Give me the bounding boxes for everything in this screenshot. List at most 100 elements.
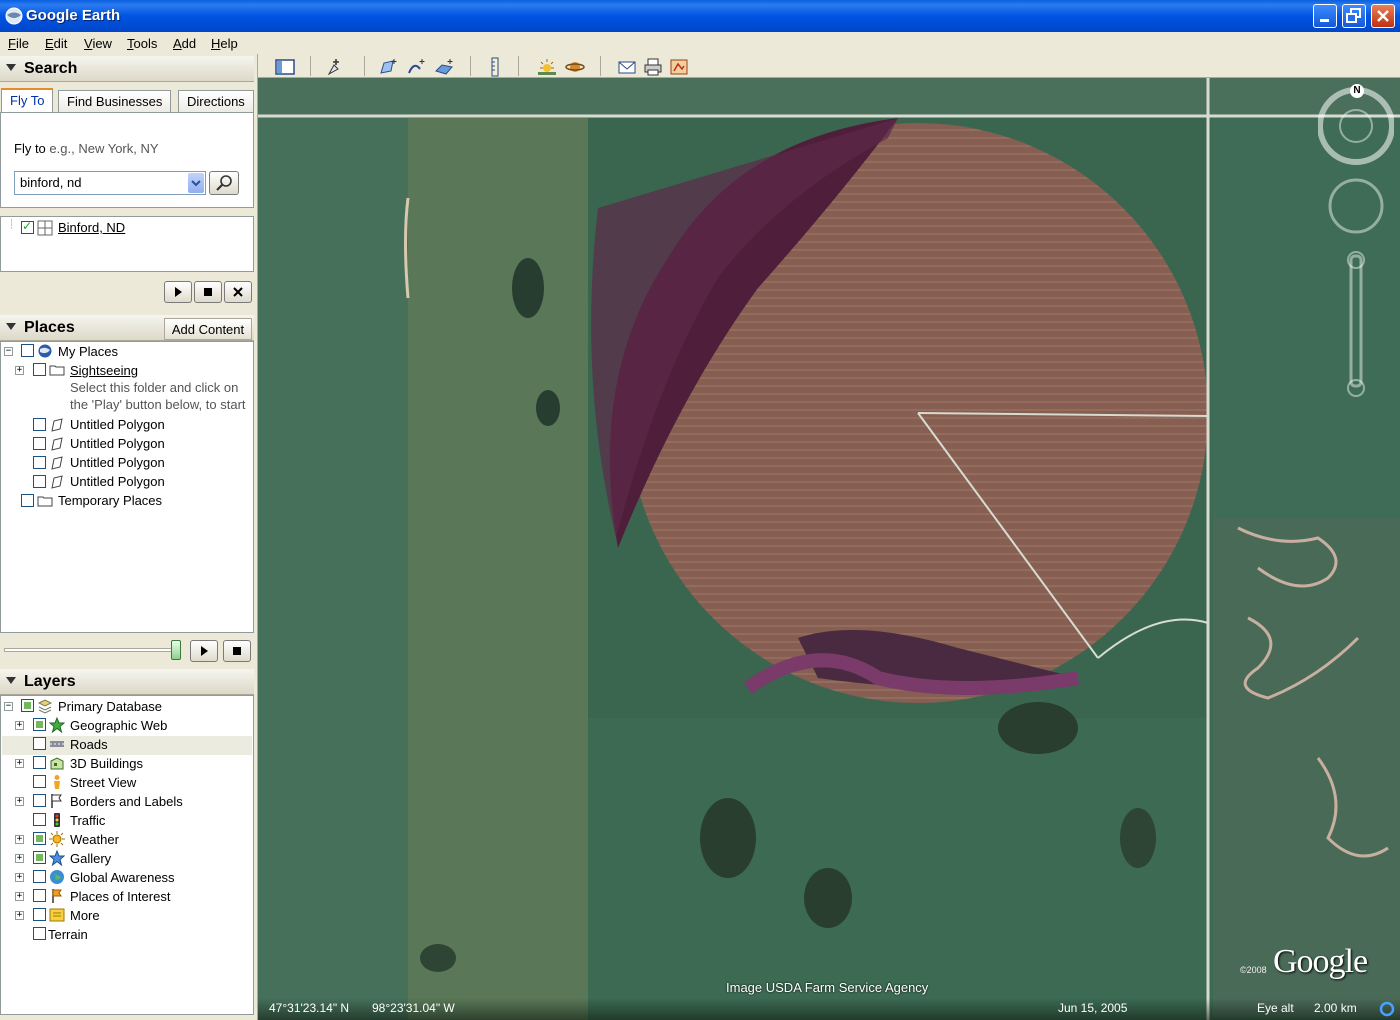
tab-find-businesses[interactable]: Find Businesses [58,90,172,112]
layer-more[interactable]: More [70,908,100,927]
navigation-controls[interactable] [1318,86,1394,406]
close-button[interactable] [1371,4,1395,28]
stop-button[interactable] [194,281,222,303]
collapse-toggle[interactable]: − [4,702,13,711]
my-places-label[interactable]: My Places [58,344,118,363]
ruler-icon[interactable] [484,57,506,77]
play-button[interactable] [164,281,192,303]
pin-flag-icon [52,889,62,903]
polygon-checkbox[interactable] [33,475,46,488]
search-tabs: Fly To Find Businesses Directions [0,88,254,113]
minimize-button[interactable] [1313,4,1337,28]
polygon-label[interactable]: Untitled Polygon [70,474,165,493]
layer-street-view[interactable]: Street View [70,775,136,794]
result-link-binford[interactable]: Binford, ND [58,220,125,239]
layer-3d-buildings[interactable]: 3D Buildings [70,756,143,775]
layer-terrain[interactable]: Terrain [48,927,88,946]
polygon-label[interactable]: Untitled Polygon [70,455,165,474]
temporary-places-label[interactable]: Temporary Places [58,493,162,512]
layer-checkbox[interactable] [33,851,46,864]
layers-header[interactable]: Layers [0,669,254,695]
layer-checkbox[interactable] [33,832,46,845]
collapse-triangle-icon [6,677,16,684]
places-stop-button[interactable] [223,640,251,662]
search-header-label: Search [24,60,78,77]
fly-to-input[interactable]: binford, nd [14,171,206,195]
search-header[interactable]: Search [0,56,254,82]
menu-help[interactable]: Help [211,36,238,51]
polygon-label[interactable]: Untitled Polygon [70,417,165,436]
add-content-button[interactable]: Add Content [164,318,252,340]
layer-checkbox[interactable] [33,794,46,807]
layer-traffic[interactable]: Traffic [70,813,105,832]
layer-roads[interactable]: Roads [70,737,108,756]
print-icon[interactable] [642,57,664,77]
sky-planet-icon[interactable] [564,57,586,77]
play-icon [201,646,208,656]
tab-fly-to[interactable]: Fly To [1,88,54,113]
layer-checkbox[interactable] [33,718,46,731]
menu-view[interactable]: View [84,36,112,51]
tour-speed-slider[interactable] [4,640,181,660]
places-play-button[interactable] [190,640,218,662]
layer-checkbox[interactable] [33,775,46,788]
satellite-imagery [258,78,1400,1020]
temporary-places-checkbox[interactable] [21,494,34,507]
view-in-maps-icon[interactable] [668,57,690,77]
dropdown-arrow-icon[interactable] [188,173,204,193]
menu-file[interactable]: File [8,36,29,51]
slider-thumb[interactable] [171,640,181,660]
menu-tools[interactable]: Tools [127,36,157,51]
maximize-button[interactable] [1342,4,1366,28]
polygon-checkbox[interactable] [33,437,46,450]
add-path-icon[interactable] [406,57,428,77]
expand-toggle[interactable]: + [15,873,24,882]
layer-primary-database[interactable]: Primary Database [58,699,162,718]
result-checkbox[interactable] [21,219,34,234]
polygon-label[interactable]: Untitled Polygon [70,436,165,455]
window-title: Google Earth [26,7,121,24]
layer-checkbox[interactable] [21,699,34,712]
layer-checkbox[interactable] [33,927,46,940]
collapse-toggle[interactable]: − [4,347,13,356]
polygon-checkbox[interactable] [33,418,46,431]
layer-checkbox[interactable] [33,870,46,883]
menu-add[interactable]: Add [173,36,196,51]
layer-checkbox[interactable] [33,813,46,826]
my-places-checkbox[interactable] [21,344,34,357]
layer-checkbox[interactable] [33,737,46,750]
layer-checkbox[interactable] [33,908,46,921]
add-placemark-icon[interactable] [324,57,346,77]
compass-north-marker[interactable]: N [1350,84,1364,98]
eye-alt-label: Eye alt [1257,1001,1294,1015]
tab-directions[interactable]: Directions [178,90,254,112]
expand-toggle[interactable]: + [15,854,24,863]
layer-checkbox[interactable] [33,889,46,902]
expand-toggle[interactable]: + [15,892,24,901]
sidebar-toggle-icon[interactable] [274,57,296,77]
expand-toggle[interactable]: + [15,721,24,730]
minimize-icon [1320,19,1329,22]
email-icon[interactable] [616,57,638,77]
sightseeing-checkbox[interactable] [33,363,46,376]
menu-edit[interactable]: Edit [45,36,67,51]
add-overlay-icon[interactable] [434,57,456,77]
polygon-checkbox[interactable] [33,456,46,469]
layer-global-awareness[interactable]: Global Awareness [70,870,175,889]
clear-results-button[interactable] [224,281,252,303]
expand-toggle[interactable]: + [15,911,24,920]
layer-places-of-interest[interactable]: Places of Interest [70,889,170,908]
layer-gallery[interactable]: Gallery [70,851,111,870]
expand-toggle[interactable]: + [15,366,24,375]
expand-toggle[interactable]: + [15,797,24,806]
expand-toggle[interactable]: + [15,759,24,768]
layer-borders-and-labels[interactable]: Borders and Labels [70,794,183,813]
layer-geographic-web[interactable]: Geographic Web [70,718,167,737]
add-polygon-icon[interactable] [378,57,400,77]
expand-toggle[interactable]: + [15,835,24,844]
layer-checkbox[interactable] [33,756,46,769]
sunlight-icon[interactable] [536,57,558,77]
layer-weather[interactable]: Weather [70,832,119,851]
earth-3d-view[interactable]: N [258,78,1400,1020]
search-button[interactable] [209,171,239,195]
